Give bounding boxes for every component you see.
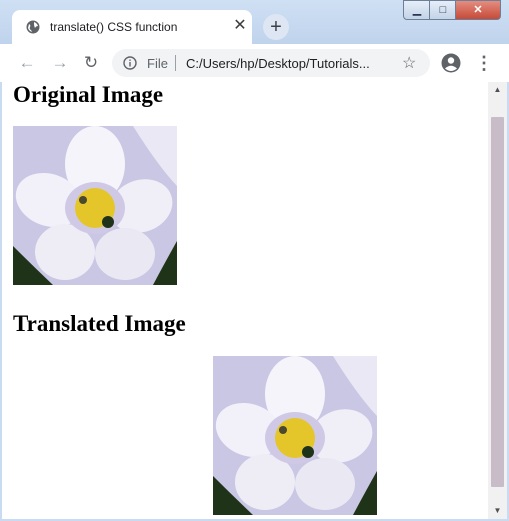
scroll-thumb[interactable] (491, 117, 504, 487)
maximize-button[interactable]: □ (429, 0, 457, 20)
address-separator (175, 55, 176, 71)
heading-translated-image: Translated Image (13, 311, 186, 336)
minimize-button[interactable]: ▁ (403, 0, 431, 20)
flower-image-original (13, 126, 177, 285)
heading-original-image: Original Image (13, 82, 164, 107)
close-window-button[interactable]: ✕ (455, 0, 501, 20)
url-text[interactable]: C:/Users/hp/Desktop/Tutorials... (186, 56, 370, 71)
back-button[interactable]: ← (16, 52, 38, 74)
forward-button[interactable]: → (49, 52, 71, 74)
close-tab-icon[interactable]: ✕ (230, 16, 250, 36)
menu-icon[interactable]: ⋮ (475, 53, 493, 73)
browser-toolbar: ← → ↻ File C:/Users/hp/Desktop/Tutorials… (0, 44, 509, 82)
scroll-down-arrow-icon[interactable]: ▼ (488, 503, 507, 519)
tab-strip: translate() CSS function ✕ + ▁ □ ✕ (0, 0, 509, 44)
tab-title: translate() CSS function (50, 20, 178, 34)
flower-image-translated (213, 356, 377, 515)
browser-window: translate() CSS function ✕ + ▁ □ ✕ ← → ↻… (0, 0, 509, 521)
info-icon[interactable] (123, 56, 137, 70)
globe-icon (26, 20, 40, 34)
address-bar[interactable]: File C:/Users/hp/Desktop/Tutorials... ☆ (112, 49, 430, 77)
bookmark-star-icon[interactable]: ☆ (402, 53, 416, 73)
vertical-scrollbar[interactable]: ▲ ▼ (488, 82, 507, 519)
profile-avatar-icon[interactable] (441, 53, 461, 73)
tab-active[interactable]: translate() CSS function ✕ (12, 10, 252, 44)
page-viewport: Original Image Translated Image (2, 82, 488, 519)
new-tab-button[interactable]: + (263, 14, 289, 40)
reload-button[interactable]: ↻ (80, 52, 102, 74)
scroll-up-arrow-icon[interactable]: ▲ (488, 82, 507, 98)
scheme-label: File (147, 56, 168, 71)
